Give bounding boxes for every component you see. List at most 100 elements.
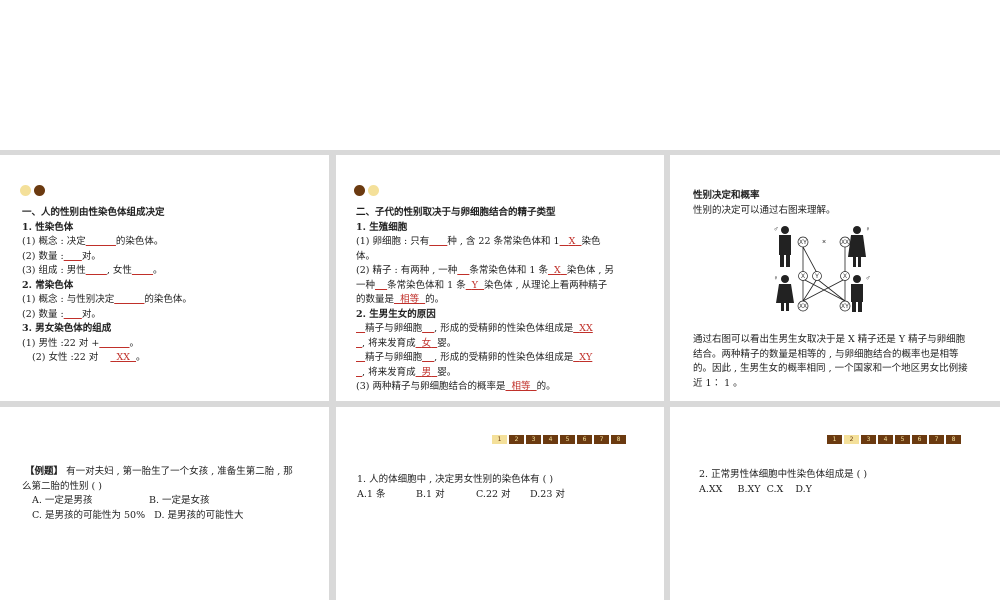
options-row: C. 是男孩的可能性为 50% D. 是男孩的可能性大 [22, 509, 319, 524]
slide-decoration-dots [354, 185, 379, 196]
text-line: 的数量是 相等 的。 [356, 294, 445, 305]
male-symbol-bottom: ♂ [865, 275, 870, 282]
father-figure [779, 226, 791, 267]
text-line: , 将来发育成 女 婴。 [362, 337, 457, 349]
dot-light [20, 185, 31, 196]
section-title: 二、子代的性别取决于与卵细胞结合的精子类型 [356, 207, 556, 218]
text-line: (2) 数量 : 对。 [22, 250, 101, 262]
pager-item-6[interactable]: 6 [577, 435, 592, 444]
slide-3[interactable]: 性别决定和概率 性别的决定可以通过右图来理解。 XY XX × X Y X XX… [670, 155, 1000, 401]
section-title: 一、人的性别由性染色体组成决定 [22, 207, 165, 218]
text-line: 结合。两种精子的数量是相等的 , 与卵细胞结合的概率也是相等 [693, 348, 959, 360]
question-pager: 12345678 [492, 435, 626, 444]
pager-item-1[interactable]: 1 [492, 435, 507, 444]
options-row: A.1 条 B.1 对 C.22 对 D.23 对 [357, 488, 654, 503]
question-pager: 12345678 [827, 435, 961, 444]
cross-lines [802, 246, 846, 302]
slide-1-content: 一、人的性别由性染色体组成决定 1. 性染色体 (1) 概念 : 决定 的染色体… [22, 206, 319, 366]
option-d[interactable]: D.23 对 [530, 489, 565, 500]
question-text: 2. 正常男性体细胞中性染色体组成是 ( ) [699, 469, 868, 480]
text-line: (1) 男性 :22 对 + 。 [22, 337, 140, 349]
text-line: 一种 条常染色体和 1 条 Y 染色体 , 从理论上看两种精子 [356, 279, 608, 291]
pager-item-4[interactable]: 4 [878, 435, 893, 444]
options-row: A. 一定是男孩 B. 一定是女孩 [22, 494, 319, 509]
slide-4[interactable]: 【例题】 有一对夫妇 , 第一胎生了一个女孩 , 准备生第二胎 , 那 么第二胎… [0, 407, 329, 600]
label-sperm-x: X [801, 274, 805, 280]
female-symbol-top: ♀ [865, 226, 870, 233]
heading: 1. 生殖细胞 [356, 221, 408, 233]
pager-item-7[interactable]: 7 [594, 435, 609, 444]
pager-item-3[interactable]: 3 [861, 435, 876, 444]
pager-item-1[interactable]: 1 [827, 435, 842, 444]
option-a[interactable]: A.1 条 [357, 488, 416, 503]
example-question: 【例题】 有一对夫妇 , 第一胎生了一个女孩 , 准备生第二胎 , 那 么第二胎… [22, 465, 319, 523]
text-line: (2) 女性 :22 对 XX 。 [32, 352, 146, 363]
dot-dark [34, 185, 45, 196]
pager-item-4[interactable]: 4 [543, 435, 558, 444]
option-b[interactable]: B.1 对 [416, 488, 476, 503]
options-row[interactable]: A.XX B.XY C.X D.Y [699, 483, 990, 498]
slide-1[interactable]: 一、人的性别由性染色体组成决定 1. 性染色体 (1) 概念 : 决定 的染色体… [0, 155, 329, 401]
heading: 2. 常染色体 [22, 279, 74, 291]
option-c[interactable]: C. 是男孩的可能性为 50% [32, 510, 145, 521]
label-child-xx: XX [799, 304, 807, 310]
option-c[interactable]: C.22 对 [476, 488, 530, 503]
pager-item-2[interactable]: 2 [509, 435, 524, 444]
pager-item-8[interactable]: 8 [946, 435, 961, 444]
question-text: 1. 人的体细胞中 , 决定男女性别的染色体有 ( ) [357, 474, 554, 485]
text-line: , 将来发育成 男 婴。 [362, 366, 457, 378]
question-2: 2. 正常男性体细胞中性染色体组成是 ( ) A.XX B.XY C.X D.Y [699, 468, 990, 497]
label-sperm-y: Y [815, 274, 819, 280]
dot-dark [354, 185, 365, 196]
pager-item-5[interactable]: 5 [895, 435, 910, 444]
text-line: 体。 [356, 250, 376, 262]
subtitle: 性别的决定可以通过右图来理解。 [693, 204, 836, 216]
slide-2[interactable]: 二、子代的性别取决于与卵细胞结合的精子类型 1. 生殖细胞 (1) 卵细胞 : … [336, 155, 664, 401]
text-line: 近 1∶ 1 。 [693, 377, 743, 389]
daughter-figure [776, 275, 794, 311]
option-b[interactable]: B. 一定是女孩 [149, 495, 210, 506]
pager-item-7[interactable]: 7 [929, 435, 944, 444]
text-line: 的。因此 , 生男生女的概率相同 , 一个国家和一个地区男女比例接 [693, 363, 968, 374]
slide-5[interactable]: 12345678 1. 人的体细胞中 , 决定男女性别的染色体有 ( ) A.1… [336, 407, 664, 600]
slide-3-paragraph: 通过右图可以看出生男生女取决于是 X 精子还是 Y 精子与卵细胞 结合。两种精子… [693, 333, 990, 391]
son-figure [851, 275, 863, 312]
slide-3-content: 性别决定和概率 性别的决定可以通过右图来理解。 [693, 189, 990, 218]
label-child-xy: XY [841, 304, 849, 310]
section-title: 性别决定和概率 [693, 190, 760, 201]
question-1: 1. 人的体细胞中 , 决定男女性别的染色体有 ( ) A.1 条 B.1 对 C.… [357, 473, 654, 502]
text-line: (2) 精子 : 有两种 , 一种 条常染色体和 1 条 X 染色体 , 另 [356, 265, 614, 276]
question-line: 么第二胎的性别 ( ) [22, 480, 102, 492]
label-mother-xx: XX [841, 240, 849, 246]
heading: 3. 男女染色体的组成 [22, 323, 112, 334]
slide-decoration-dots [20, 185, 45, 196]
text-line: 精子与卵细胞 , 形成的受精卵的性染色体组成是 XX [365, 323, 593, 334]
label-cross: × [822, 239, 826, 246]
sex-determination-diagram: XY XX × X Y X XX XY ♂ ♀ ♀ ♂ [773, 226, 871, 312]
dot-light [368, 185, 379, 196]
option-d[interactable]: D. 是男孩的可能性大 [154, 510, 243, 521]
pager-item-5[interactable]: 5 [560, 435, 575, 444]
slide-2-content: 二、子代的性别取决于与卵细胞结合的精子类型 1. 生殖细胞 (1) 卵细胞 : … [356, 206, 654, 395]
example-label: 【例题】 [25, 466, 64, 477]
label-egg-x: X [843, 274, 847, 280]
pager-item-2[interactable]: 2 [844, 435, 859, 444]
pager-item-8[interactable]: 8 [611, 435, 626, 444]
pager-item-6[interactable]: 6 [912, 435, 927, 444]
option-a[interactable]: A. 一定是男孩 [32, 494, 149, 509]
heading: 2. 生男生女的原因 [356, 308, 436, 320]
text-line: (3) 组成 : 男性 , 女性 。 [22, 265, 163, 276]
text-line: (3) 两种精子与卵细胞结合的概率是 相等 的。 [356, 381, 556, 392]
pager-item-3[interactable]: 3 [526, 435, 541, 444]
male-symbol-top: ♂ [773, 226, 778, 233]
text-line: 精子与卵细胞 , 形成的受精卵的性染色体组成是 XY [365, 352, 593, 363]
text-line: (2) 数量 : 对。 [22, 308, 101, 320]
text-line: 通过右图可以看出生男生女取决于是 X 精子还是 Y 精子与卵细胞 [693, 334, 966, 345]
text-line: (1) 概念 : 与性别决定 的染色体。 [22, 294, 192, 305]
heading: 1. 性染色体 [22, 221, 74, 233]
slide-6[interactable]: 12345678 2. 正常男性体细胞中性染色体组成是 ( ) A.XX B.X… [670, 407, 1000, 600]
mother-figure [848, 226, 866, 267]
text-line: (1) 卵细胞 : 只有 种 , 含 22 条常染色体和 1 X 染色 [356, 236, 601, 247]
female-symbol-bottom: ♀ [773, 275, 778, 282]
text-line: (1) 概念 : 决定 的染色体。 [22, 236, 164, 247]
